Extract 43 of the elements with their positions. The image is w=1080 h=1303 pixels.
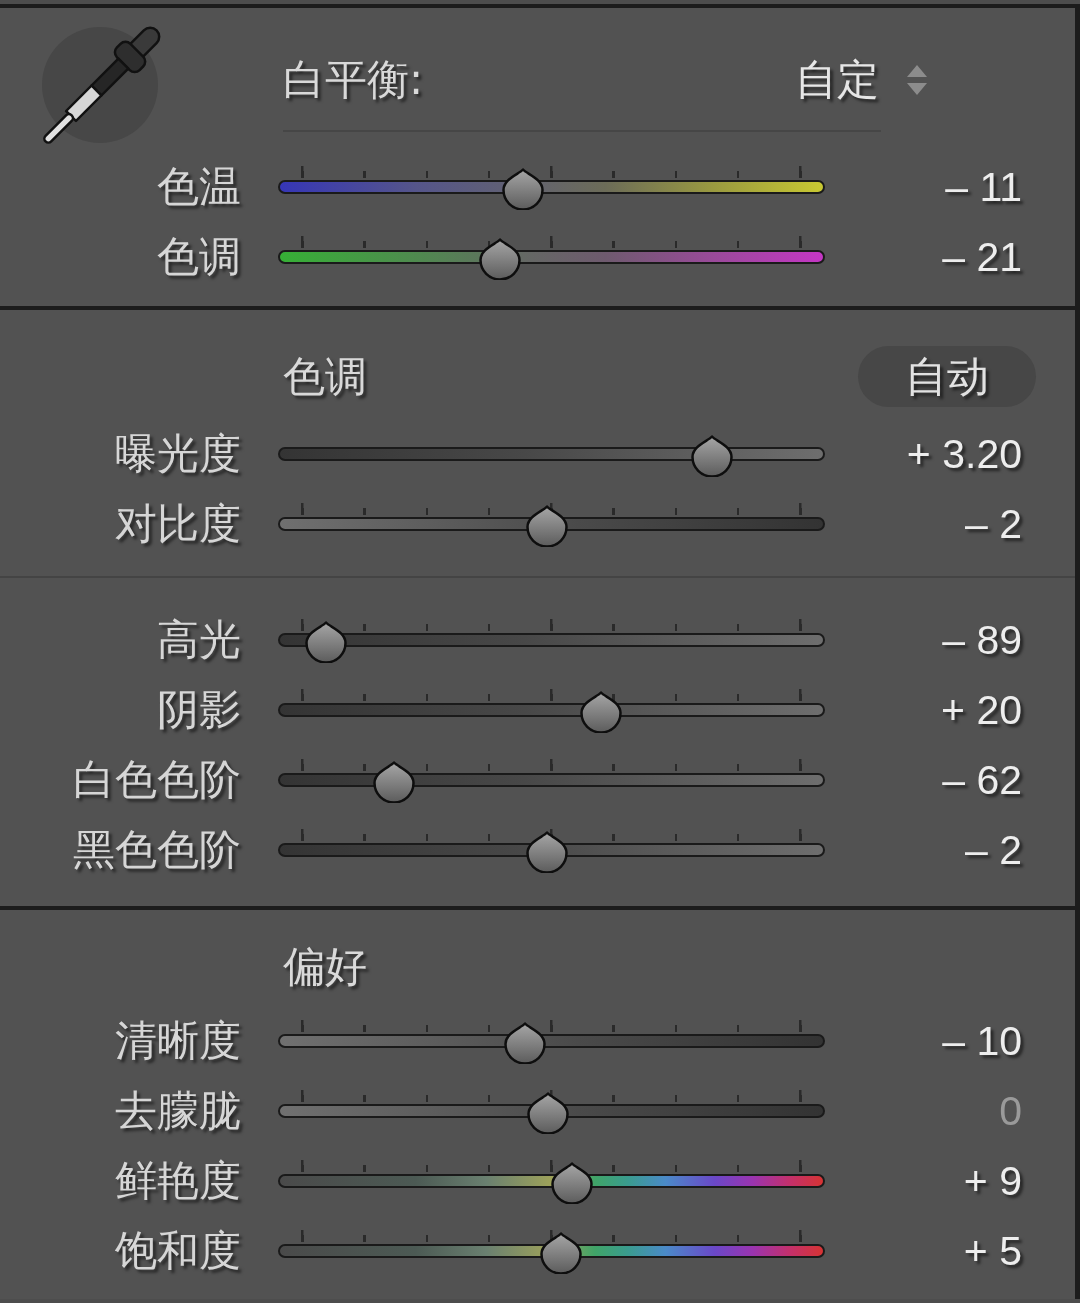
slider-value: 0: [999, 1088, 1023, 1134]
slider-thumb[interactable]: [501, 168, 546, 210]
slider-thumb[interactable]: [478, 238, 523, 280]
slider-label: 曝光度: [115, 431, 241, 477]
slider-thumb[interactable]: [525, 831, 570, 873]
slider-thumb[interactable]: [525, 505, 570, 547]
slider-value: + 5: [963, 1228, 1023, 1274]
slider-label: 黑色色阶: [73, 827, 241, 873]
preset-dropdown[interactable]: 自定: [795, 57, 928, 103]
slider-label: 阴影: [157, 687, 241, 733]
slider-thumb[interactable]: [526, 1092, 571, 1134]
slider-value: + 9: [963, 1158, 1023, 1204]
slider-value: – 62: [942, 757, 1023, 803]
slider-thumb[interactable]: [550, 1162, 595, 1204]
slider-thumb[interactable]: [502, 1022, 547, 1064]
slider-label: 色温: [157, 164, 241, 210]
slider-thumb[interactable]: [539, 1232, 584, 1274]
slider-value: – 11: [945, 164, 1023, 210]
slider-label: 鲜艳度: [115, 1158, 241, 1204]
slider-value: + 3.20: [906, 431, 1023, 477]
slider-thumb[interactable]: [304, 621, 349, 663]
slider-label: 高光: [157, 617, 241, 663]
slider-value: + 20: [941, 687, 1023, 733]
slider-track[interactable]: [278, 433, 825, 475]
slider-thumb[interactable]: [690, 435, 735, 477]
slider-thumb[interactable]: [579, 691, 624, 733]
slider-label: 白色色阶: [73, 757, 241, 803]
slider-label: 色调: [157, 234, 241, 280]
auto-button[interactable]: 自动: [858, 346, 1036, 407]
slider-value: – 2: [965, 501, 1023, 547]
up-down-arrows-icon: [906, 63, 928, 97]
section-title: 色调: [283, 353, 367, 400]
slider-label: 去朦胧: [115, 1088, 241, 1134]
slider-value: – 10: [942, 1018, 1023, 1064]
slider-value: – 2: [965, 827, 1023, 873]
slider-label: 清晰度: [115, 1018, 241, 1064]
slider-label: 对比度: [115, 501, 241, 547]
section-title: 偏好: [283, 944, 367, 990]
slider-thumb[interactable]: [371, 761, 416, 803]
slider-value: – 21: [942, 234, 1023, 280]
slider-value: – 89: [942, 617, 1023, 663]
balance-label: 白平衡:: [283, 57, 424, 103]
slider-label: 饱和度: [115, 1228, 241, 1274]
